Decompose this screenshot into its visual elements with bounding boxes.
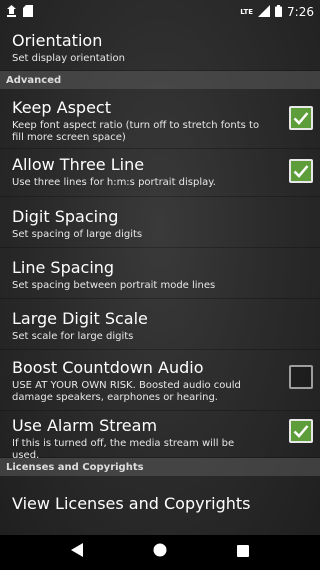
view-licenses-title: View Licenses and Copyrights xyxy=(12,494,251,513)
alarm-stream-title: Use Alarm Stream xyxy=(12,416,158,435)
sd-card-icon xyxy=(23,4,33,20)
keep-aspect-setting[interactable]: Keep Aspect Keep font aspect ratio (turn… xyxy=(0,89,320,149)
large-digit-scale-setting[interactable]: Large Digit Scale Set scale for large di… xyxy=(0,299,320,350)
keep-aspect-checkbox[interactable] xyxy=(289,106,313,130)
orientation-summary: Set display orientation xyxy=(12,53,125,64)
settings-list: Orientation Set display orientation Adva… xyxy=(0,24,320,526)
boost-audio-checkbox[interactable] xyxy=(289,365,313,389)
digit-spacing-title: Digit Spacing xyxy=(12,207,119,226)
alarm-stream-summary: If this is turned off, the media stream … xyxy=(12,438,235,461)
check-icon xyxy=(293,112,309,125)
line-spacing-summary: Set spacing between portrait mode lines xyxy=(12,280,216,291)
navigation-bar xyxy=(0,535,320,570)
line-spacing-title: Line Spacing xyxy=(12,258,115,277)
digit-spacing-summary: Set spacing of large digits xyxy=(12,229,143,240)
boost-audio-title: Boost Countdown Audio xyxy=(12,358,204,377)
status-bar: LTE 7:26 xyxy=(0,0,320,24)
notification-icon xyxy=(6,4,17,20)
allow-three-line-summary: Use three lines for h:m:s portrait displ… xyxy=(12,177,216,188)
alarm-stream-setting[interactable]: Use Alarm Stream If this is turned off, … xyxy=(0,411,320,461)
check-icon xyxy=(293,425,309,438)
orientation-title: Orientation xyxy=(12,31,103,50)
advanced-section-header: Advanced xyxy=(0,71,320,89)
alarm-stream-checkbox[interactable] xyxy=(289,419,313,443)
allow-three-line-setting[interactable]: Allow Three Line Use three lines for h:m… xyxy=(0,149,320,197)
line-spacing-setting[interactable]: Line Spacing Set spacing between portrai… xyxy=(0,248,320,299)
boost-audio-summary: USE AT YOUR OWN RISK. Boosted audio coul… xyxy=(12,380,241,403)
back-icon[interactable] xyxy=(71,543,83,562)
orientation-setting[interactable]: Orientation Set display orientation xyxy=(0,24,320,71)
home-icon[interactable] xyxy=(153,543,167,562)
allow-three-line-checkbox[interactable] xyxy=(289,159,313,183)
network-type-label: LTE xyxy=(240,8,254,16)
status-time: 7:26 xyxy=(287,5,314,19)
allow-three-line-title: Allow Three Line xyxy=(12,155,145,174)
large-digit-scale-title: Large Digit Scale xyxy=(12,309,148,328)
boost-audio-setting[interactable]: Boost Countdown Audio USE AT YOUR OWN RI… xyxy=(0,350,320,411)
keep-aspect-summary: Keep font aspect ratio (turn off to stre… xyxy=(12,120,260,143)
large-digit-scale-summary: Set scale for large digits xyxy=(12,331,134,342)
check-icon xyxy=(293,165,309,178)
view-licenses-setting[interactable]: View Licenses and Copyrights xyxy=(0,476,320,526)
battery-icon xyxy=(275,4,283,20)
signal-icon xyxy=(258,4,271,20)
digit-spacing-setting[interactable]: Digit Spacing Set spacing of large digit… xyxy=(0,197,320,248)
keep-aspect-title: Keep Aspect xyxy=(12,98,111,117)
recents-icon[interactable] xyxy=(237,544,249,562)
